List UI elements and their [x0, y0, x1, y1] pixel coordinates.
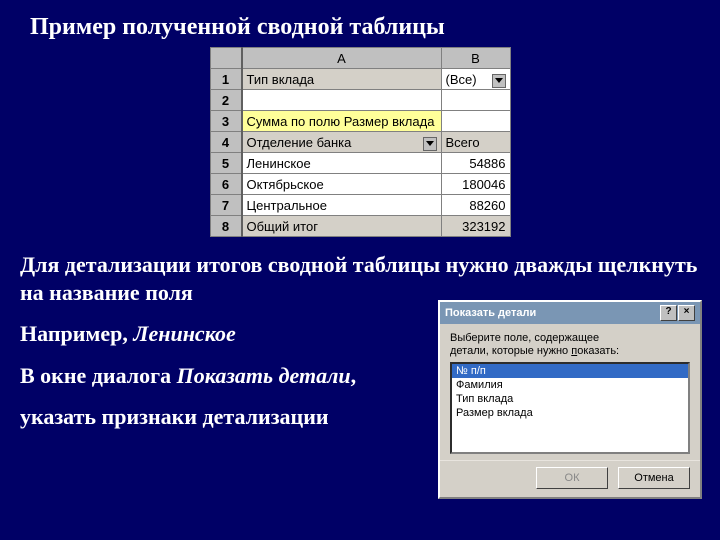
- field-listbox[interactable]: № п/п Фамилия Тип вклада Размер вклада: [450, 362, 690, 454]
- dialog-titlebar[interactable]: Показать детали ? ×: [440, 302, 700, 324]
- dialog-buttons: ОК Отмена: [440, 460, 700, 497]
- dropdown-icon[interactable]: [423, 137, 437, 151]
- text: ,: [351, 363, 357, 388]
- cell[interactable]: [242, 90, 442, 111]
- cancel-button[interactable]: Отмена: [618, 467, 690, 489]
- list-item[interactable]: № п/п: [452, 364, 688, 378]
- pivot-table-wrap: A B 1 Тип вклада (Все) 2 3 Сумма по полю…: [0, 47, 720, 237]
- cell[interactable]: Центральное: [242, 195, 442, 216]
- row-header[interactable]: 8: [210, 216, 242, 237]
- table-row: 8 Общий итог 323192: [210, 216, 510, 237]
- help-icon[interactable]: ?: [660, 305, 677, 321]
- cell-total-header[interactable]: Всего: [441, 132, 510, 153]
- text: Тип вклада: [247, 72, 315, 87]
- list-item[interactable]: Фамилия: [452, 378, 688, 392]
- close-icon[interactable]: ×: [678, 305, 695, 321]
- cell-row-field[interactable]: Отделение банка: [242, 132, 442, 153]
- show-details-dialog: Показать детали ? × Выберите поле, содер…: [438, 300, 702, 499]
- table-row: 1 Тип вклада (Все): [210, 69, 510, 90]
- list-item[interactable]: Размер вклада: [452, 406, 688, 420]
- page-title: Пример полученной сводной таблицы: [0, 0, 720, 47]
- text: Отделение банка: [247, 135, 352, 150]
- row-header[interactable]: 2: [210, 90, 242, 111]
- row-header[interactable]: 5: [210, 153, 242, 174]
- cell-data-field[interactable]: Сумма по полю Размер вклада: [242, 111, 442, 132]
- col-header-b[interactable]: B: [441, 48, 510, 69]
- cell-grand-total-label[interactable]: Общий итог: [242, 216, 442, 237]
- table-row: 3 Сумма по полю Размер вклада: [210, 111, 510, 132]
- example-value: Ленинское: [133, 321, 235, 346]
- cell-value[interactable]: 180046: [441, 174, 510, 195]
- cell-grand-total-value[interactable]: 323192: [441, 216, 510, 237]
- table-row: 2: [210, 90, 510, 111]
- ok-button[interactable]: ОК: [536, 467, 608, 489]
- dialog-body: Выберите поле, содержащеедетали, которые…: [440, 324, 700, 460]
- row-header[interactable]: 6: [210, 174, 242, 195]
- table-row: 6 Октябрьское 180046: [210, 174, 510, 195]
- row-header[interactable]: 3: [210, 111, 242, 132]
- cell-value[interactable]: 88260: [441, 195, 510, 216]
- list-item[interactable]: Тип вклада: [452, 392, 688, 406]
- row-header[interactable]: 7: [210, 195, 242, 216]
- paragraph: Для детализации итогов сводной таблицы н…: [20, 251, 700, 306]
- cell-filter-field[interactable]: Тип вклада: [242, 69, 442, 90]
- text: В окне диалога: [20, 363, 177, 388]
- row-header[interactable]: 4: [210, 132, 242, 153]
- cell[interactable]: Ленинское: [242, 153, 442, 174]
- dialog-name: Показать детали: [177, 363, 351, 388]
- cell-value[interactable]: 54886: [441, 153, 510, 174]
- cell[interactable]: [441, 90, 510, 111]
- table-row: 7 Центральное 88260: [210, 195, 510, 216]
- corner-cell: [210, 48, 242, 69]
- table-row: A B: [210, 48, 510, 69]
- text: (Все): [446, 72, 477, 87]
- dialog-label: Выберите поле, содержащеедетали, которые…: [450, 332, 690, 358]
- row-header[interactable]: 1: [210, 69, 242, 90]
- text: Например,: [20, 321, 133, 346]
- pivot-table: A B 1 Тип вклада (Все) 2 3 Сумма по полю…: [210, 47, 511, 237]
- col-header-a[interactable]: A: [242, 48, 442, 69]
- table-row: 5 Ленинское 54886: [210, 153, 510, 174]
- cell[interactable]: [441, 111, 510, 132]
- cell[interactable]: Октябрьское: [242, 174, 442, 195]
- dropdown-icon[interactable]: [492, 74, 506, 88]
- table-row: 4 Отделение банка Всего: [210, 132, 510, 153]
- dialog-title-text: Показать детали: [445, 307, 536, 319]
- cell-filter-value[interactable]: (Все): [441, 69, 510, 90]
